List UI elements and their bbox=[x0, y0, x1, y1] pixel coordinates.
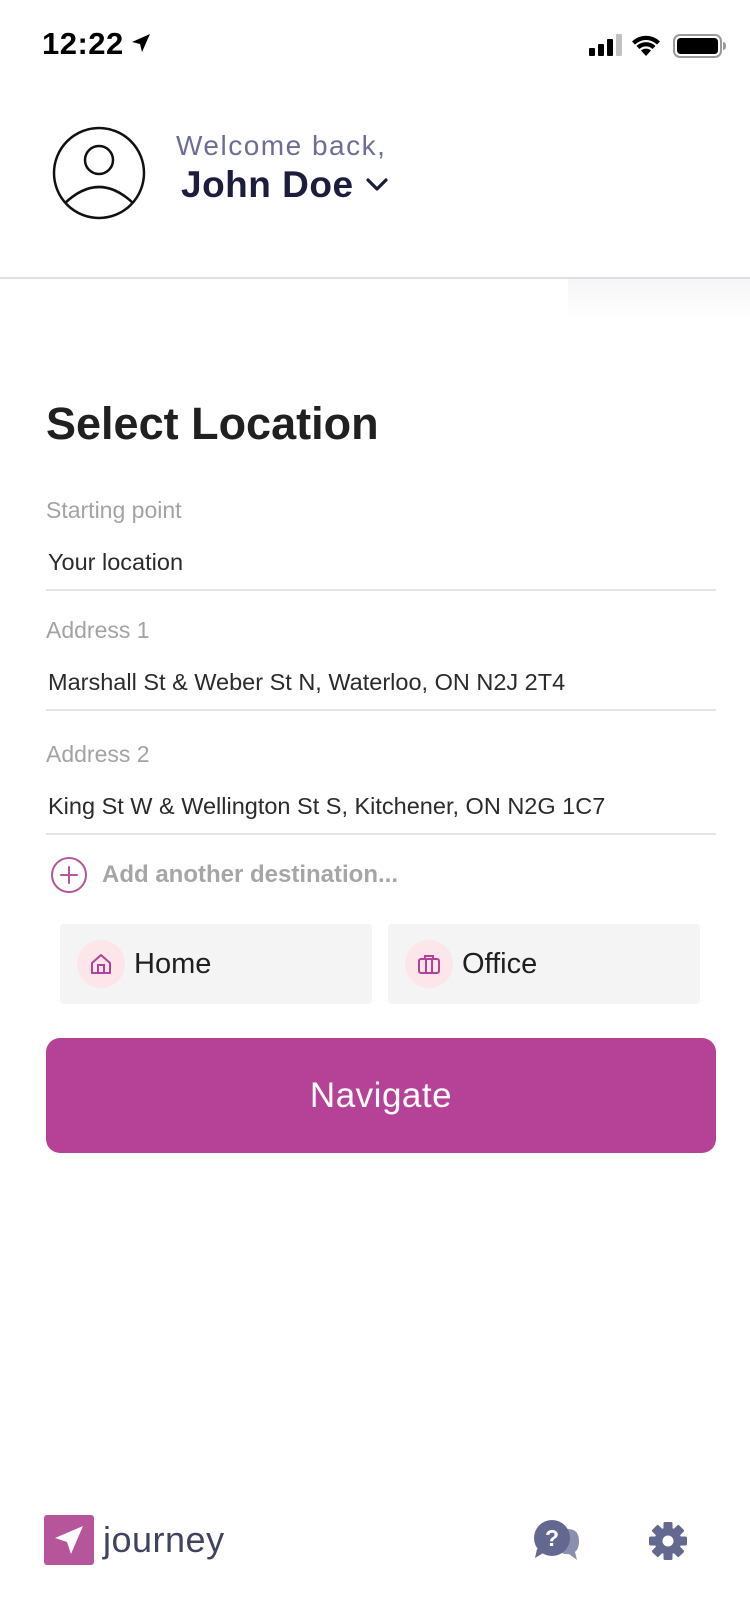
location-services-icon bbox=[132, 34, 150, 52]
quick-home-button[interactable]: Home bbox=[60, 924, 372, 1004]
add-destination-label: Add another destination... bbox=[102, 861, 399, 888]
status-bar: 12:22 bbox=[0, 0, 750, 92]
navigate-button[interactable]: Navigate bbox=[46, 1038, 716, 1153]
wifi-icon bbox=[632, 35, 660, 56]
gear-icon[interactable] bbox=[648, 1521, 688, 1561]
starting-point-label: Starting point bbox=[46, 497, 182, 523]
chevron-down-icon bbox=[365, 178, 388, 191]
briefcase-icon bbox=[405, 940, 453, 988]
address-1-label: Address 1 bbox=[46, 617, 150, 643]
page-title: Select Location bbox=[46, 398, 379, 449]
address-2-value[interactable]: King St W & Wellington St S, Kitchener, … bbox=[48, 793, 605, 820]
user-avatar-icon[interactable] bbox=[52, 126, 146, 220]
user-header: Welcome back, John Doe bbox=[0, 92, 750, 278]
quick-office-button[interactable]: Office bbox=[388, 924, 700, 1004]
starting-point-value[interactable]: Your location bbox=[48, 549, 183, 576]
welcome-text: Welcome back, bbox=[176, 130, 387, 161]
quick-home-label: Home bbox=[134, 947, 212, 980]
user-name: John Doe bbox=[181, 164, 354, 205]
svg-text:?: ? bbox=[545, 1525, 559, 1551]
field-underline bbox=[46, 833, 716, 835]
app-logo: journey bbox=[44, 1515, 225, 1565]
help-chat-icon[interactable]: ? bbox=[533, 1519, 579, 1563]
user-switcher[interactable]: John Doe bbox=[181, 164, 388, 206]
field-underline bbox=[46, 709, 716, 711]
field-underline bbox=[46, 589, 716, 591]
address-1-value[interactable]: Marshall St & Weber St N, Waterloo, ON N… bbox=[48, 669, 565, 696]
header-shadow bbox=[568, 279, 750, 319]
status-time: 12:22 bbox=[42, 26, 124, 61]
battery-icon bbox=[673, 34, 726, 58]
quick-office-label: Office bbox=[462, 947, 538, 980]
plus-circle-icon bbox=[51, 857, 87, 893]
cellular-signal-icon bbox=[589, 34, 622, 56]
app-name: journey bbox=[103, 1519, 225, 1560]
home-icon bbox=[77, 940, 125, 988]
paper-plane-icon bbox=[44, 1515, 94, 1565]
address-2-label: Address 2 bbox=[46, 741, 150, 767]
add-destination-button[interactable]: Add another destination... bbox=[50, 856, 398, 894]
